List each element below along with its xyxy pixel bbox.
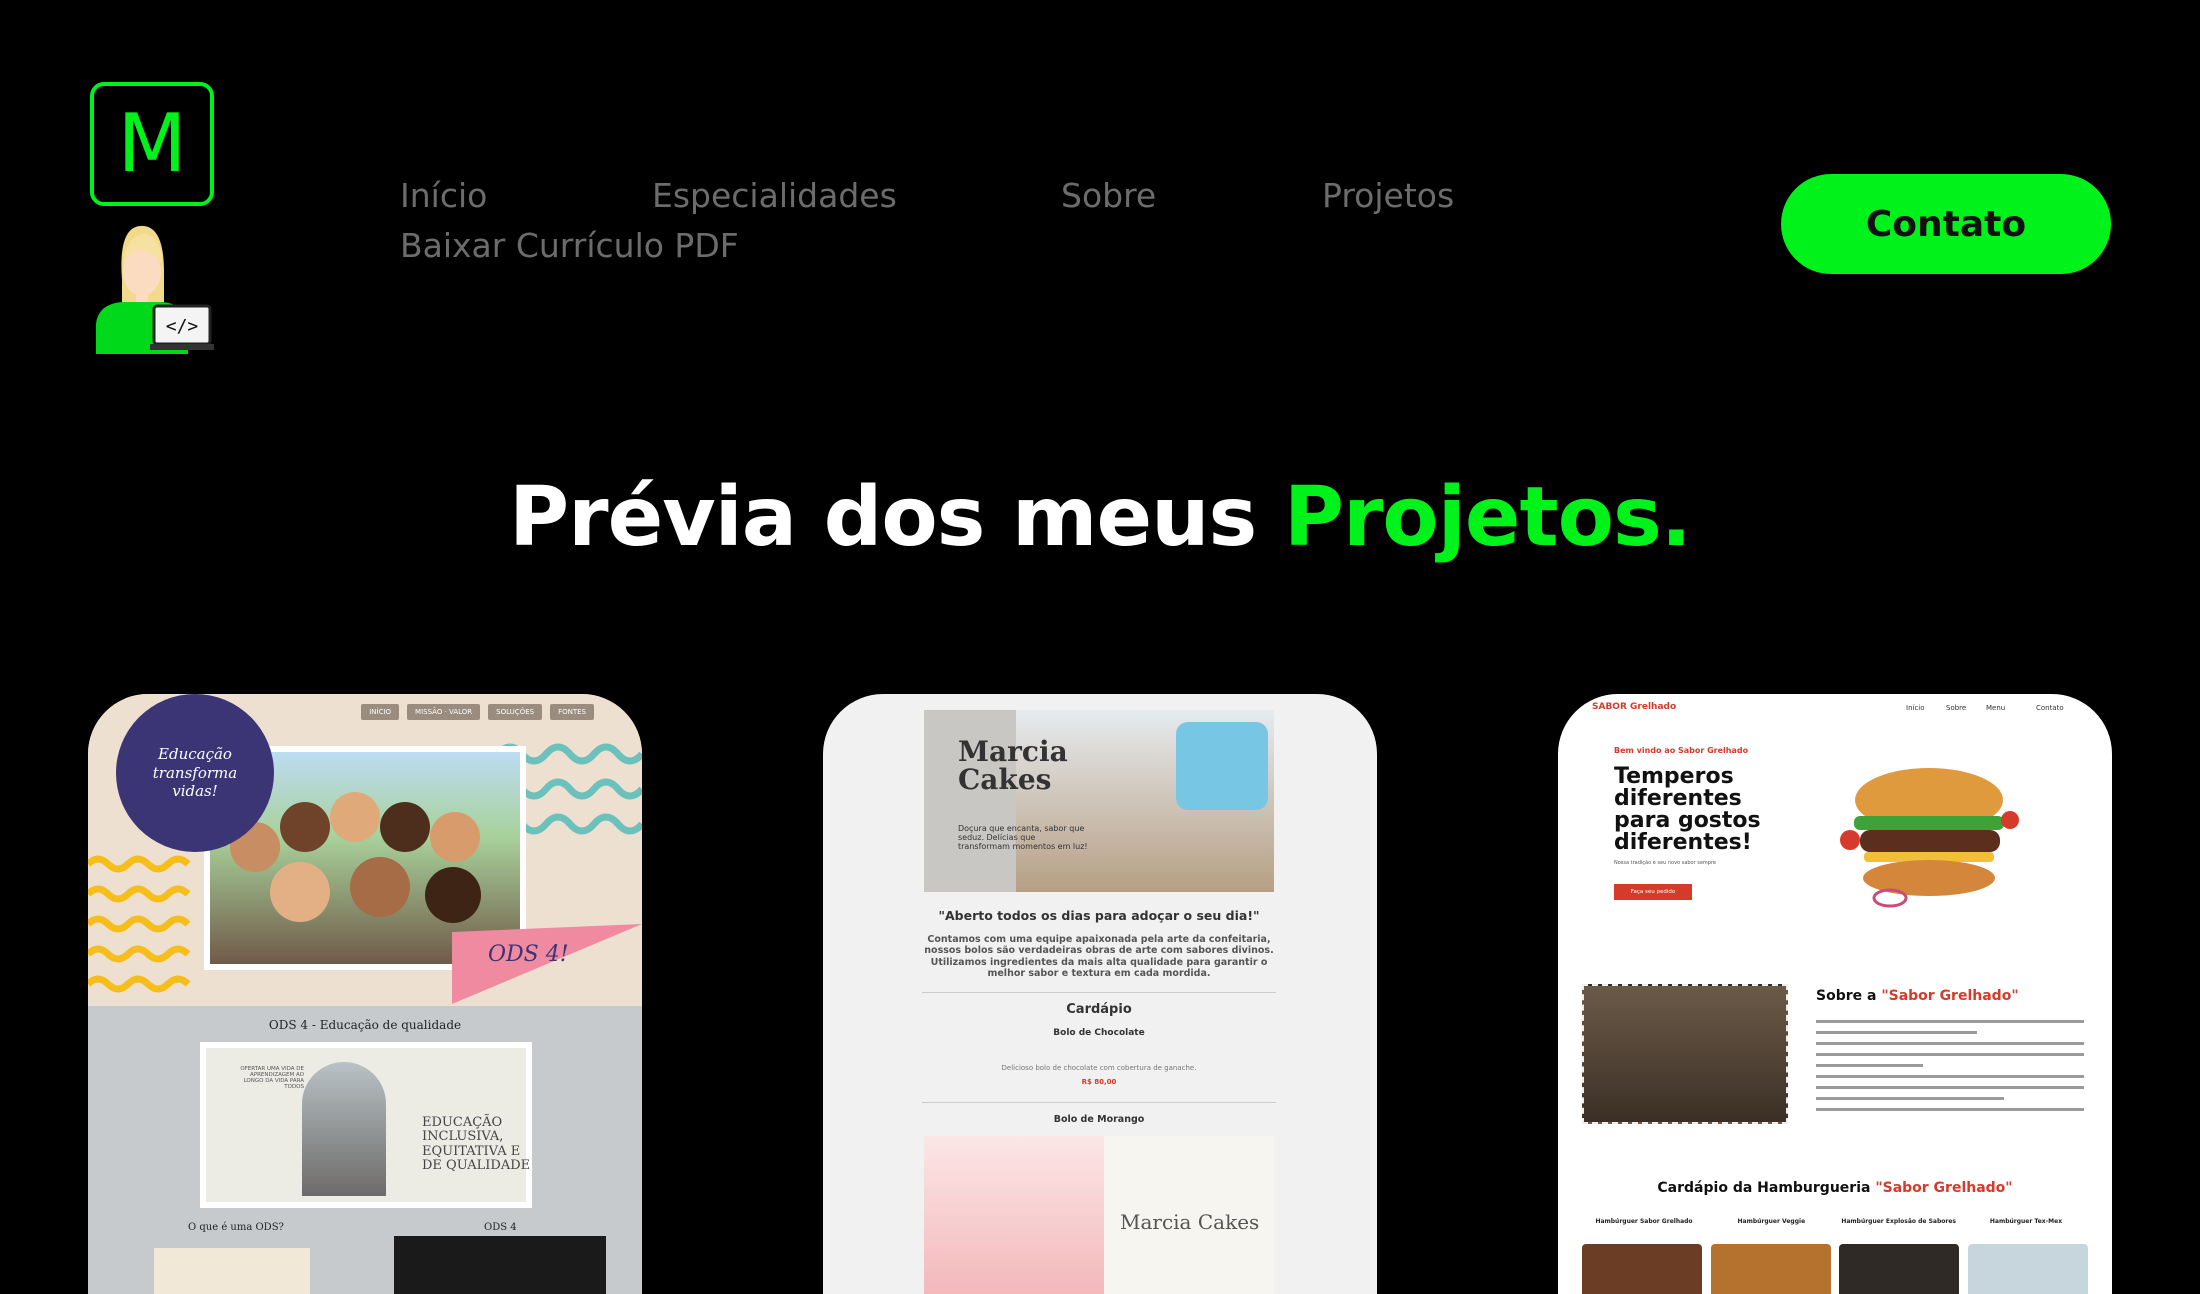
ods-banner-small: OFERTAR UMA VIDA DE APRENDIZAGEM AO LONG…	[240, 1066, 304, 1090]
ods-hero: INÍCIO MISSÃO · VALOR SOLUÇÕES FONTES Ed…	[88, 694, 642, 1006]
cakes-image-text: Marcia Cakes	[1120, 1210, 1260, 1234]
pennant-text: ODS 4!	[488, 942, 569, 967]
ods-video[interactable]	[394, 1236, 606, 1294]
burger-nav-item[interactable]: Sobre	[1946, 704, 1966, 712]
cakes-title: Marcia Cakes	[958, 735, 1068, 796]
nav-link-projetos[interactable]: Projetos	[1322, 176, 1454, 215]
burger-brand: SABOR Grelhado	[1592, 702, 1677, 712]
wavy-decoration	[88, 855, 191, 993]
contact-button[interactable]: Contato	[1781, 174, 2111, 274]
burger-nav-item[interactable]: Início	[1906, 704, 1925, 712]
heading-part1: Prévia dos meus	[509, 470, 1257, 565]
burger-image	[1840, 768, 2019, 908]
nav-link-especialidades[interactable]: Especialidades	[652, 176, 897, 215]
ods-badge: Educação transforma vidas!	[116, 694, 274, 852]
restaurant-photo	[1582, 984, 1788, 1124]
order-button[interactable]: Faça seu pedido	[1614, 884, 1692, 900]
student-photo	[302, 1062, 386, 1196]
ods-goals-image	[154, 1248, 310, 1294]
nav-link-sobre[interactable]: Sobre	[1061, 176, 1156, 215]
ods-question: O que é uma ODS?	[188, 1222, 284, 1233]
ods-subtitle: ODS 4 - Educação de qualidade	[268, 1018, 462, 1032]
cakes-paragraph: Contamos com uma equipe apaixonada pela …	[924, 934, 1274, 980]
burger-welcome: Bem vindo ao Sabor Grelhado	[1614, 746, 1749, 755]
divider	[922, 992, 1276, 993]
burger-thumb	[1967, 1244, 2088, 1294]
menu-item-name: Bolo de Morango	[1053, 1114, 1145, 1125]
project-card-marcia-cakes[interactable]: Marcia Cakes Doçura que encanta, sabor q…	[823, 694, 1377, 1294]
strawberry-cake-image: Marcia Cakes	[924, 1136, 1274, 1294]
ods-banner: OFERTAR UMA VIDA DE APRENDIZAGEM AO LONG…	[200, 1042, 532, 1208]
burger-nav-item[interactable]: Contato	[2036, 704, 2064, 712]
ods-nav-item[interactable]: SOLUÇÕES	[488, 704, 543, 720]
ods-nav: INÍCIO MISSÃO · VALOR SOLUÇÕES FONTES	[361, 704, 594, 720]
nav-link-download-cv[interactable]: Baixar Currículo PDF	[400, 226, 739, 265]
project-card-ods4[interactable]: INÍCIO MISSÃO · VALOR SOLUÇÕES FONTES Ed…	[88, 694, 642, 1294]
burger-item-name: Hambúrguer Veggie	[1737, 1218, 1806, 1225]
burger-tagline: Nossa tradição e seu novo sabor sempre	[1614, 860, 1717, 866]
about-heading: Sobre a "Sabor Grelhado"	[1816, 988, 2019, 1004]
burger-thumb	[1839, 1244, 1960, 1294]
menu-item-desc: Delicioso bolo de chocolate com cobertur…	[1001, 1064, 1197, 1072]
developer-avatar-icon: </>	[96, 225, 214, 354]
cakes-menu-title: Cardápio	[1066, 1002, 1132, 1017]
ods-nav-item[interactable]: FONTES	[550, 704, 594, 720]
burger-thumbnails	[1582, 1244, 2088, 1294]
menu-item-name: Bolo de Chocolate	[1053, 1028, 1145, 1038]
burger-menu-items: Hambúrguer Sabor Grelhado Hambúrguer Veg…	[1582, 1218, 2088, 1225]
divider	[922, 1102, 1276, 1103]
heading-part2: Projetos.	[1283, 470, 1692, 565]
svg-text:</>: </>	[166, 316, 199, 337]
ods-nav-item[interactable]: INÍCIO	[361, 704, 400, 720]
burger-menu-heading: Cardápio da Hamburgueria "Sabor Grelhado…	[1657, 1180, 2013, 1196]
burger-headline: Temperos diferentes para gostos diferent…	[1614, 764, 1761, 855]
burger-thumb	[1582, 1244, 1702, 1294]
menu-item-price: R$ 80,00	[1081, 1078, 1117, 1086]
burger-item-name: Hambúrguer Sabor Grelhado	[1595, 1218, 1693, 1225]
about-text	[1816, 1012, 2084, 1119]
ods-banner-title: EDUCAÇÃO INCLUSIVA, EQUITATIVA E DE QUAL…	[422, 1115, 531, 1173]
burger-nav-item[interactable]: Menu	[1986, 704, 2005, 712]
nav-link-inicio[interactable]: Início	[400, 176, 487, 215]
cakes-hero: Marcia Cakes Doçura que encanta, sabor q…	[924, 710, 1274, 892]
section-heading: Prévia dos meus Projetos.	[0, 470, 2200, 565]
project-card-sabor-grelhado[interactable]: SABOR Grelhado Início Sobre Menu Contato…	[1558, 694, 2112, 1294]
cakes-heading: "Aberto todos os dias para adoçar o seu …	[938, 908, 1260, 923]
ods-video-title: ODS 4	[484, 1222, 517, 1233]
ods-nav-item[interactable]: MISSÃO · VALOR	[407, 704, 481, 720]
cakes-tagline: Doçura que encanta, sabor que seduz. Del…	[958, 824, 1088, 851]
logo[interactable]: M	[90, 82, 214, 206]
burger-item-name: Hambúrguer Tex-Mex	[1989, 1218, 2063, 1225]
burger-thumb	[1710, 1244, 1831, 1294]
burger-item-name: Hambúrguer Explosão de Sabores	[1841, 1218, 1956, 1225]
